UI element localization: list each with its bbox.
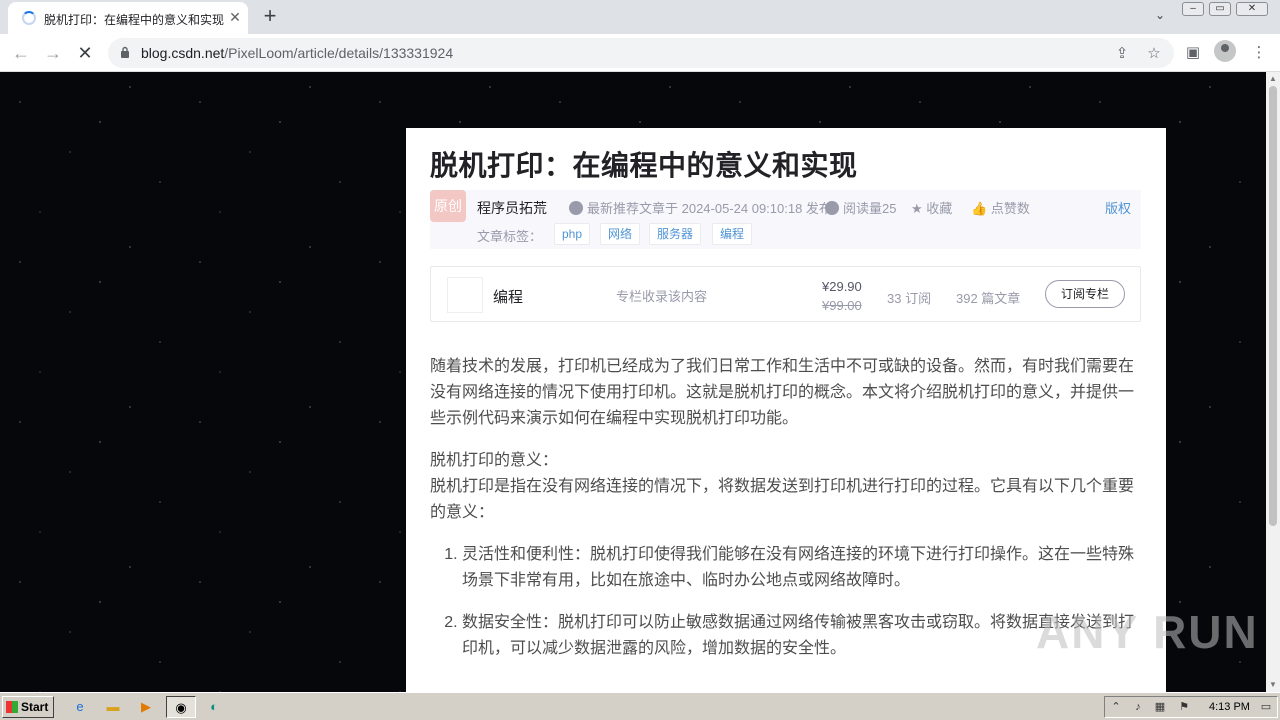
copyright-link[interactable]: 版权 — [1105, 198, 1131, 217]
profile-avatar-icon[interactable] — [1214, 40, 1236, 62]
column-subscribers: 33 订阅 — [887, 291, 932, 306]
explorer-folder-icon[interactable]: ▬ — [101, 696, 125, 718]
publish-info: 最新推荐文章于 2024-05-24 09:10:18 发布 — [569, 198, 832, 217]
article-title: 脱机打印：在编程中的意义和实现 — [430, 150, 858, 181]
chrome-icon[interactable]: ◉ — [166, 696, 196, 718]
column-old-price: ¥99.00 — [822, 298, 862, 313]
ie-icon[interactable]: e — [68, 696, 92, 718]
scroll-down-icon[interactable]: ▼ — [1266, 678, 1280, 692]
bookmark-star-icon[interactable]: ☆ — [1144, 44, 1164, 64]
tab-title: 脱机打印：在编程中的意义和实现-C — [44, 13, 224, 27]
list-item: 灵活性和便利性：脱机打印使得我们能够在没有网络连接的环境下进行打印操作。这在一些… — [462, 542, 1140, 594]
lock-icon — [121, 46, 129, 58]
thumbs-up-icon: 👍 — [971, 201, 988, 216]
page-scrollbar[interactable]: ▲ ▼ — [1266, 72, 1280, 692]
favorite-button[interactable]: ★ 收藏 — [911, 198, 952, 217]
scrollbar-thumb[interactable] — [1269, 86, 1277, 526]
loading-spinner-icon — [22, 11, 36, 25]
anyrun-watermark: ANY RUN — [1036, 606, 1259, 658]
author-link[interactable]: 程序员拓荒 — [477, 198, 547, 218]
tray-expand-icon[interactable]: ⌃ — [1109, 700, 1123, 714]
address-bar[interactable]: blog.csdn.net/PixelLoom/article/details/… — [108, 38, 1174, 68]
column-cover — [447, 277, 483, 313]
original-badge: 原创 — [430, 190, 466, 222]
windows-taskbar: Start e ▬ ▶ ◉ ◐ ⌃ ♪ ▦ ⚑ 4:13 PM ▭ — [0, 692, 1280, 720]
share-icon[interactable]: ⇪ — [1112, 44, 1132, 64]
url-text[interactable]: blog.csdn.net/PixelLoom/article/details/… — [141, 45, 453, 61]
column-card[interactable]: 编程 专栏收录该内容 ¥29.90 ¥99.00 33 订阅 392 篇文章 订… — [430, 266, 1141, 322]
page-viewport: 脱机打印：在编程中的意义和实现 原创 程序员拓荒 最新推荐文章于 2024-05… — [0, 72, 1266, 692]
edge-icon[interactable]: ◐ — [202, 696, 226, 718]
browser-toolbar: ← → ✕ blog.csdn.net/PixelLoom/article/de… — [0, 34, 1280, 72]
close-window-button[interactable]: ✕ — [1236, 2, 1268, 16]
volume-icon[interactable]: ♪ — [1131, 700, 1145, 714]
column-name[interactable]: 编程 — [493, 286, 523, 307]
back-icon[interactable]: ← — [8, 40, 34, 66]
restore-button[interactable]: ▭ — [1209, 2, 1231, 16]
tags-label: 文章标签： — [477, 229, 543, 244]
column-price: ¥29.90 — [822, 279, 862, 294]
flag-icon[interactable]: ⚑ — [1177, 700, 1191, 714]
paragraph-intro: 随着技术的发展，打印机已经成为了我们日常工作和生活中不可或缺的设备。然而，有时我… — [430, 358, 1135, 427]
side-panel-icon[interactable]: ▣ — [1182, 42, 1204, 64]
new-tab-button[interactable]: + — [258, 5, 282, 29]
media-player-icon[interactable]: ▶ — [134, 696, 158, 718]
eye-icon — [825, 201, 839, 215]
tag-php[interactable]: php — [554, 223, 591, 245]
minimize-button[interactable]: – — [1182, 2, 1204, 16]
tag-server[interactable]: 服务器 — [649, 223, 702, 245]
menu-kebab-icon[interactable]: ⋮ — [1248, 42, 1270, 64]
tag-network[interactable]: 网络 — [600, 223, 641, 245]
tab-strip: 脱机打印：在编程中的意义和实现-C ✕ + ⌄ – ▭ ✕ — [0, 0, 1280, 34]
tab-close-icon[interactable]: ✕ — [226, 8, 244, 26]
tag-programming[interactable]: 编程 — [712, 223, 753, 245]
article-meta: 原创 程序员拓荒 最新推荐文章于 2024-05-24 09:10:18 发布 … — [430, 190, 1141, 249]
article-body: 随着技术的发展，打印机已经成为了我们日常工作和生活中不可或缺的设备。然而，有时我… — [430, 354, 1140, 678]
like-button[interactable]: 👍 点赞数 — [971, 198, 1030, 217]
star-icon: ★ — [911, 201, 923, 216]
tab-search-icon[interactable]: ⌄ — [1150, 8, 1170, 26]
stop-loading-icon[interactable]: ✕ — [72, 40, 98, 66]
forward-icon[interactable]: → — [40, 40, 66, 66]
clock-icon — [569, 201, 583, 215]
paragraph-meaning: 脱机打印的意义： 脱机打印是指在没有网络连接的情况下，将数据发送到打印机进行打印的… — [430, 452, 1135, 521]
read-count: 阅读量25 — [825, 198, 896, 217]
show-desktop-icon[interactable]: ▭ — [1259, 700, 1273, 714]
meaning-list: 灵活性和便利性：脱机打印使得我们能够在没有网络连接的环境下进行打印操作。这在一些… — [430, 542, 1140, 662]
start-button[interactable]: Start — [2, 696, 54, 718]
system-tray: ⌃ ♪ ▦ ⚑ 4:13 PM ▭ — [1104, 696, 1278, 718]
browser-tab[interactable]: 脱机打印：在编程中的意义和实现-C ✕ — [8, 2, 248, 34]
column-desc: 专栏收录该内容 — [616, 289, 708, 304]
subscribe-button[interactable]: 订阅专栏 — [1045, 280, 1125, 308]
scroll-up-icon[interactable]: ▲ — [1266, 72, 1280, 86]
network-icon[interactable]: ▦ — [1153, 700, 1167, 714]
column-article-count: 392 篇文章 — [956, 291, 1021, 306]
clock: 4:13 PM — [1209, 701, 1250, 713]
